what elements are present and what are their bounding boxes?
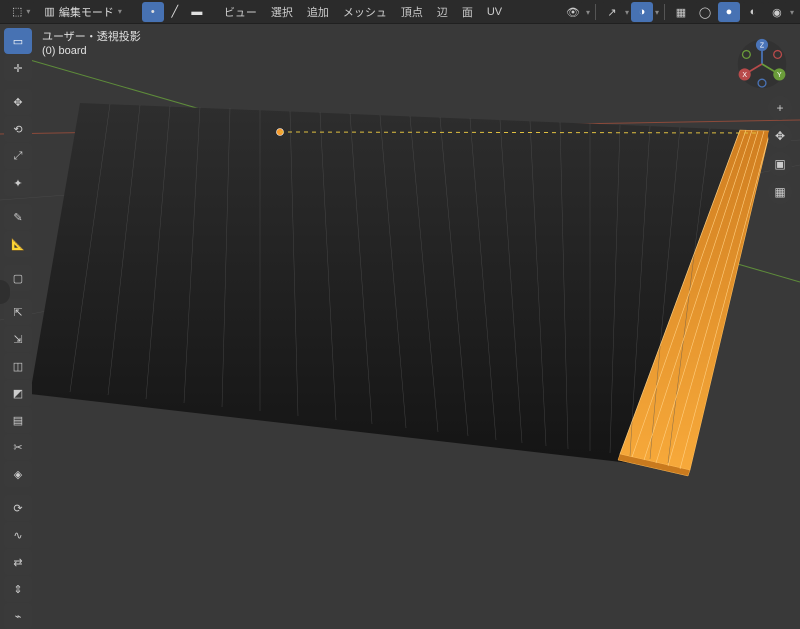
cursor-tool[interactable]: ✛: [4, 55, 32, 81]
menu-vertex[interactable]: 頂点: [395, 2, 429, 22]
orientation-gizmo[interactable]: Z X Y: [736, 38, 788, 90]
chevron-down-icon: ▾: [26, 7, 30, 16]
select-mode-buttons: • ╱ ▬: [142, 2, 208, 22]
edge-slide-tool[interactable]: ⇄: [4, 549, 32, 575]
chevron-down-icon: ▾: [625, 8, 629, 17]
menu-add[interactable]: 追加: [301, 2, 335, 22]
extrude-manifold-tool[interactable]: ⇲: [4, 326, 32, 352]
editor-type-icon: ⬚: [12, 5, 22, 18]
mode-dropdown[interactable]: ▥ 編集モード ▾: [38, 2, 127, 22]
shading-rendered[interactable]: ◉: [766, 2, 788, 22]
chevron-down-icon: ▾: [655, 8, 659, 17]
scale-tool[interactable]: ⤢: [4, 143, 32, 169]
shading-solid[interactable]: ●: [718, 2, 740, 22]
edit-mode-icon: ▥: [44, 5, 54, 18]
gizmo-y-label: Y: [777, 72, 782, 79]
menu-mesh[interactable]: メッシュ: [337, 2, 393, 22]
knife-tool[interactable]: ✂: [4, 434, 32, 460]
toolbar-left: ▭ ✛ ✥ ⟲ ⤢ ✦ ✎ 📐 ▢ ⇱ ⇲ ◫ ◩ ▤ ✂ ◈ ⟳ ∿ ⇄ ⇕ …: [4, 28, 32, 629]
chevron-down-icon: ▾: [586, 8, 590, 17]
header-right: 👁 ▾ ↗ ▾ ◑ ▾ ▦ ◯ ● ◐ ◉ ▾: [562, 0, 794, 24]
chevron-down-icon: ▾: [118, 7, 122, 16]
perspective-toggle-button[interactable]: ▦: [768, 180, 792, 204]
select-mode-edge[interactable]: ╱: [164, 2, 186, 22]
smooth-tool[interactable]: ∿: [4, 522, 32, 548]
gizmo-x-label: X: [742, 72, 747, 79]
viewport-nav-controls: + ✥ ▣ ▦: [768, 96, 792, 204]
overlays-toggle[interactable]: ◑: [631, 2, 653, 22]
inset-faces-tool[interactable]: ◫: [4, 353, 32, 379]
xray-toggle[interactable]: ▦: [670, 2, 692, 22]
mode-label: 編集モード: [59, 4, 114, 20]
pan-button[interactable]: ✥: [768, 124, 792, 148]
menu-view[interactable]: ビュー: [218, 2, 263, 22]
chevron-down-icon: ▾: [790, 8, 794, 17]
extrude-region-tool[interactable]: ⇱: [4, 299, 32, 325]
viewport-3d[interactable]: [0, 0, 800, 544]
bevel-tool[interactable]: ◩: [4, 380, 32, 406]
annotate-tool[interactable]: ✎: [4, 204, 32, 230]
select-mode-face[interactable]: ▬: [186, 2, 208, 22]
spin-tool[interactable]: ⟳: [4, 495, 32, 521]
rip-region-tool[interactable]: ⌁: [4, 603, 32, 629]
transform-tool[interactable]: ✦: [4, 170, 32, 196]
menu-face[interactable]: 面: [456, 2, 479, 22]
menu-select[interactable]: 選択: [265, 2, 299, 22]
menu-uv[interactable]: UV: [481, 4, 508, 20]
shrink-fatten-tool[interactable]: ⇕: [4, 576, 32, 602]
editor-type-dropdown[interactable]: ⬚ ▾: [6, 2, 36, 22]
select-box-tool[interactable]: ▭: [4, 28, 32, 54]
header-bar: ⬚ ▾ ▥ 編集モード ▾ • ╱ ▬ ビュー 選択 追加 メッシュ 頂点 辺 …: [0, 0, 800, 24]
shading-wireframe[interactable]: ◯: [694, 2, 716, 22]
zoom-button[interactable]: +: [768, 96, 792, 120]
select-mode-vertex[interactable]: •: [142, 2, 164, 22]
menu-edge[interactable]: 辺: [431, 2, 454, 22]
selectability-toggle[interactable]: 👁: [562, 2, 584, 22]
rotate-tool[interactable]: ⟲: [4, 116, 32, 142]
camera-view-button[interactable]: ▣: [768, 152, 792, 176]
loop-cut-tool[interactable]: ▤: [4, 407, 32, 433]
shading-material[interactable]: ◐: [742, 2, 764, 22]
move-tool[interactable]: ✥: [4, 89, 32, 115]
measure-tool[interactable]: 📐: [4, 231, 32, 257]
poly-build-tool[interactable]: ◈: [4, 461, 32, 487]
gizmo-toggle[interactable]: ↗: [601, 2, 623, 22]
